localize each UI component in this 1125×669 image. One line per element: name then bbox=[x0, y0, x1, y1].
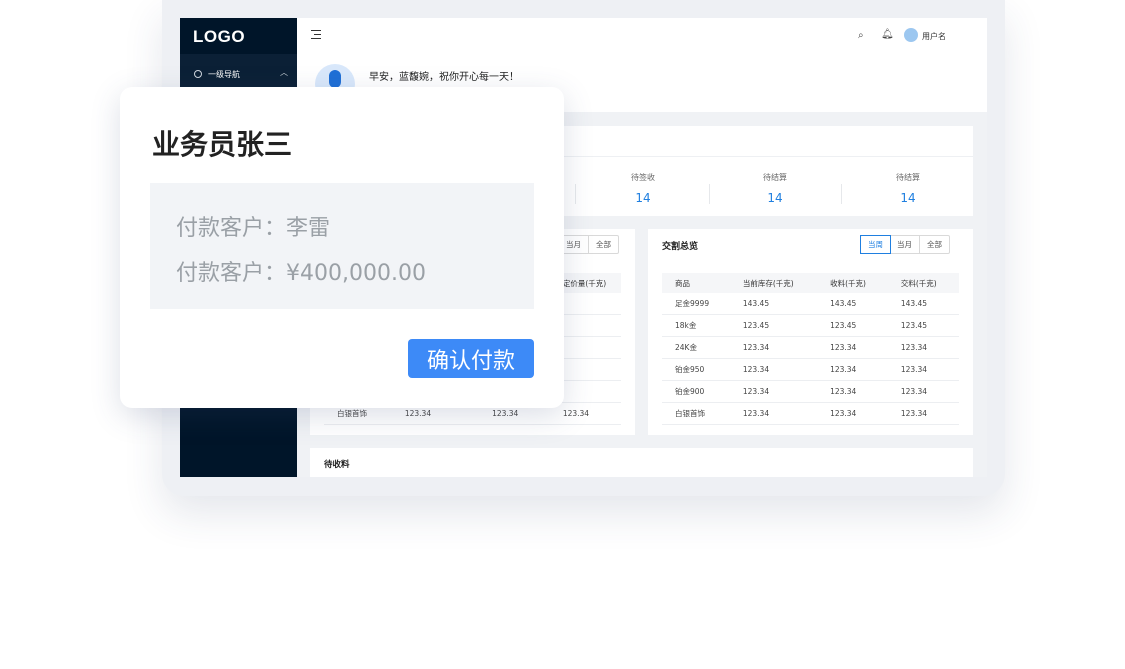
table-header: 商品 当前库存(千克) 收料(千克) 交料(千克) bbox=[662, 273, 959, 293]
table-cell: 123.34 bbox=[830, 343, 857, 352]
table-cell: 143.45 bbox=[742, 299, 770, 308]
card-title: 待收料 bbox=[324, 460, 350, 470]
table-row[interactable]: 足金9999 143.45 143.45 143.45 bbox=[662, 293, 959, 315]
stat-label: 待签收 bbox=[631, 173, 655, 182]
table-cell: 18k金 bbox=[675, 321, 697, 330]
table-cell: 白银首饰 bbox=[675, 409, 705, 418]
table-cell: 123.34 bbox=[742, 409, 770, 418]
delivery-table: 商品 当前库存(千克) 收料(千克) 交料(千克) 足金9999 143.45 … bbox=[662, 273, 959, 425]
table-row[interactable]: 24K金 123.34 123.34 123.34 bbox=[662, 337, 959, 359]
table-cell: 123.34 bbox=[492, 409, 519, 418]
delivery-overview-card: 交割总览 当周 当月 全部 商品 当前库存(千克) 收料(千克) 交料(千克) … bbox=[648, 229, 973, 435]
filter-all[interactable]: 全部 bbox=[920, 236, 949, 253]
table-cell: 123.34 bbox=[900, 409, 928, 418]
filter-all[interactable]: 全部 bbox=[589, 236, 618, 253]
period-filter: 当月 全部 bbox=[558, 235, 619, 254]
table-cell: 123.45 bbox=[742, 321, 770, 330]
menu-fold-icon[interactable] bbox=[311, 30, 321, 40]
card-title: 交割总览 bbox=[662, 242, 699, 252]
table-cell: 123.34 bbox=[900, 387, 928, 396]
stat-item[interactable]: 待结算 14 bbox=[848, 172, 968, 205]
stat-value: 14 bbox=[767, 191, 783, 205]
confirm-payment-button[interactable]: 确认付款 bbox=[408, 339, 534, 378]
table-cell: 123.45 bbox=[830, 321, 857, 330]
stat-value: 14 bbox=[900, 191, 916, 205]
table-cell: 24K金 bbox=[675, 343, 697, 352]
table-cell: 足金9999 bbox=[675, 299, 710, 308]
table-cell: 铂金950 bbox=[675, 365, 705, 374]
user-avatar[interactable] bbox=[904, 28, 918, 42]
table-cell: 123.34 bbox=[742, 387, 770, 396]
column-header: 收料(千克) bbox=[830, 278, 866, 288]
payment-confirm-dialog: 业务员张三 付款客户：李雷 付款客户：¥400,000.00 确认付款 bbox=[120, 87, 564, 408]
table-cell: 143.45 bbox=[900, 299, 928, 308]
table-cell: 123.34 bbox=[830, 365, 857, 374]
table-cell: 123.34 bbox=[742, 343, 770, 352]
pending-card: 待收料 bbox=[310, 448, 973, 477]
divider bbox=[575, 184, 576, 204]
column-header: 当前库存(千克) bbox=[742, 278, 794, 288]
divider bbox=[841, 184, 842, 204]
column-header: 交料(千克) bbox=[900, 278, 937, 288]
sidebar-item-label: 一级导航 bbox=[208, 70, 240, 79]
column-header: 定价量(千克) bbox=[562, 278, 607, 288]
greeting-text: 早安，蓝馥婉，祝你开心每一天！ bbox=[369, 72, 519, 83]
dashboard-icon bbox=[194, 70, 202, 78]
filter-month[interactable]: 当月 bbox=[890, 236, 920, 253]
stat-item[interactable]: 待签收 14 bbox=[583, 172, 703, 205]
salesperson-name: 业务员张三 bbox=[152, 128, 293, 161]
table-cell: 123.34 bbox=[830, 409, 857, 418]
period-filter: 当周 当月 全部 bbox=[860, 235, 950, 254]
stat-item[interactable]: 待结算 14 bbox=[715, 172, 835, 205]
table-cell: 143.45 bbox=[830, 299, 857, 308]
table-row[interactable]: 铂金950 123.34 123.34 123.34 bbox=[662, 359, 959, 381]
stat-label: 待结算 bbox=[763, 173, 787, 182]
stat-label: 待结算 bbox=[896, 173, 920, 182]
bell-icon[interactable]: 🔔︎ bbox=[881, 29, 894, 40]
payment-info-box: 付款客户：李雷 付款客户：¥400,000.00 bbox=[150, 183, 534, 309]
table-cell: 123.45 bbox=[900, 321, 928, 330]
filter-week[interactable]: 当周 bbox=[860, 235, 891, 254]
table-row[interactable]: 铂金900 123.34 123.34 123.34 bbox=[662, 381, 959, 403]
table-cell: 白银首饰 bbox=[337, 409, 367, 418]
table-cell: 123.34 bbox=[900, 343, 928, 352]
table-cell: 123.34 bbox=[900, 365, 928, 374]
table-cell: 铂金900 bbox=[675, 387, 705, 396]
stat-value: 14 bbox=[635, 191, 651, 205]
chevron-up-icon: ︿ bbox=[280, 68, 288, 77]
table-cell: 123.34 bbox=[562, 409, 590, 418]
table-cell: 123.34 bbox=[404, 409, 432, 418]
user-name[interactable]: 用户名 bbox=[922, 31, 946, 42]
logo: LOGO bbox=[193, 27, 246, 46]
table-row[interactable]: 白银首饰 123.34 123.34 123.34 bbox=[662, 403, 959, 425]
table-cell: 123.34 bbox=[742, 365, 770, 374]
divider bbox=[709, 184, 710, 204]
column-header: 商品 bbox=[675, 278, 690, 288]
table-cell: 123.34 bbox=[830, 387, 857, 396]
table-row[interactable]: 18k金 123.45 123.45 123.45 bbox=[662, 315, 959, 337]
search-icon[interactable]: ⌕ bbox=[858, 30, 864, 41]
customer-line: 付款客户：李雷 bbox=[176, 216, 331, 241]
amount-line: 付款客户：¥400,000.00 bbox=[176, 261, 426, 286]
